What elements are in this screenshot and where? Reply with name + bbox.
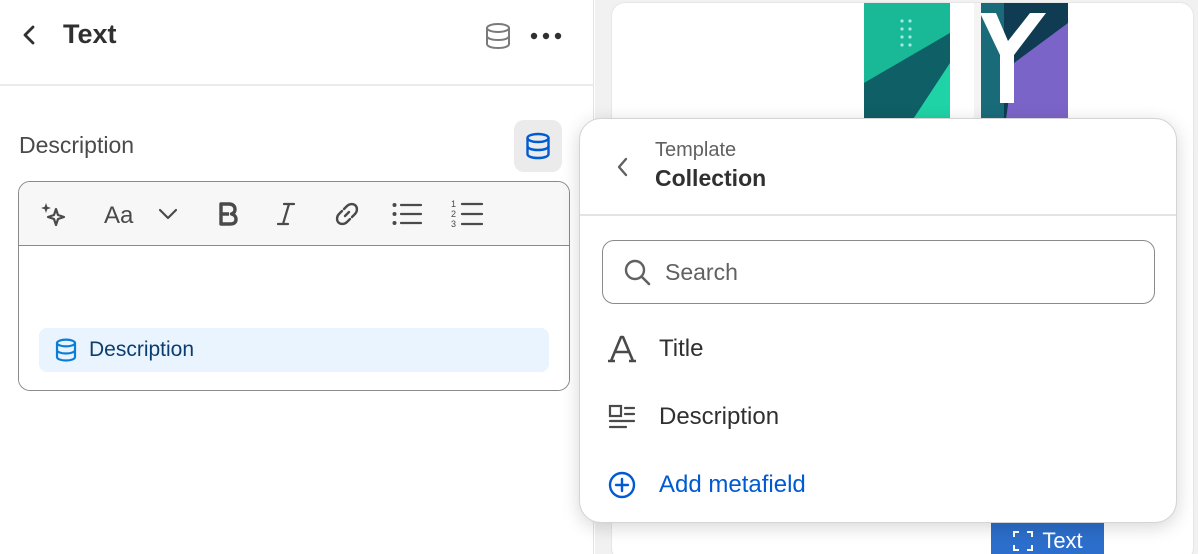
- svg-text:Aa: Aa: [104, 202, 134, 227]
- bulleted-list-button[interactable]: [389, 196, 425, 232]
- dynamic-source-popover: Template Collection Title Description: [579, 118, 1177, 523]
- dynamic-source-chip[interactable]: Description: [39, 328, 549, 372]
- text-style-button[interactable]: Aa: [99, 196, 141, 232]
- svg-text:1: 1: [451, 199, 456, 209]
- product-image-snowboard-green: [864, 3, 950, 133]
- option-title[interactable]: Title: [602, 321, 1155, 377]
- numbered-list-icon: 1 2 3: [451, 199, 484, 229]
- settings-panel: Text Description Aa 1 2 3 Description: [0, 0, 594, 554]
- chevron-left-icon: [23, 25, 35, 45]
- search-field[interactable]: [602, 240, 1155, 304]
- database-icon: [486, 23, 510, 50]
- chevron-left-icon: [617, 157, 628, 177]
- popover-title: Collection: [655, 165, 767, 191]
- add-metafield-button[interactable]: Add metafield: [602, 457, 1155, 513]
- plus-circle-icon: [602, 465, 642, 505]
- bulleted-list-icon: [392, 203, 423, 225]
- product-image-snowboard-purple: [974, 3, 1068, 133]
- option-label: Description: [659, 403, 780, 430]
- preview-tag-label: Text: [1042, 528, 1083, 553]
- svg-text:3: 3: [451, 219, 456, 229]
- chevron-down-icon: [158, 208, 178, 220]
- panel-header: Text: [0, 0, 594, 86]
- popover-back-button[interactable]: [608, 151, 636, 183]
- more-horizontal-icon: [530, 32, 562, 40]
- selection-frame-icon: [1013, 531, 1034, 551]
- rich-text-editor: Aa 1 2 3 Description: [18, 181, 570, 391]
- divider: [580, 214, 1176, 216]
- option-label: Title: [659, 335, 704, 362]
- text-style-dropdown[interactable]: [153, 196, 183, 232]
- italic-button[interactable]: [269, 196, 303, 232]
- chip-label: Description: [89, 338, 195, 361]
- numbered-list-button[interactable]: 1 2 3: [447, 196, 487, 232]
- search-icon: [624, 259, 651, 286]
- popover-subtitle: Template: [655, 139, 737, 161]
- option-label: Add metafield: [659, 471, 806, 498]
- database-icon: [526, 132, 550, 160]
- text-block-icon: [602, 397, 642, 437]
- dynamic-source-button[interactable]: [482, 20, 514, 52]
- database-icon: [55, 338, 77, 362]
- page-title: Text: [63, 19, 117, 49]
- more-actions-button[interactable]: [528, 20, 564, 52]
- back-button[interactable]: [14, 20, 44, 50]
- option-description[interactable]: Description: [602, 389, 1155, 445]
- text-style-icon: Aa: [104, 202, 134, 227]
- text-a-icon: [602, 329, 642, 369]
- bold-icon: [219, 202, 238, 226]
- field-label: Description: [19, 132, 135, 158]
- editor-content[interactable]: Description: [19, 246, 569, 390]
- connect-dynamic-source-button[interactable]: [514, 120, 562, 172]
- bold-button[interactable]: [211, 196, 245, 232]
- search-input[interactable]: [665, 258, 1125, 286]
- link-button[interactable]: [329, 196, 365, 232]
- editor-toolbar: Aa 1 2 3: [19, 182, 569, 246]
- ai-generate-button[interactable]: [33, 196, 73, 232]
- preview-block-tag[interactable]: Text: [991, 521, 1104, 554]
- sparkle-icon: [41, 203, 66, 227]
- svg-text:2: 2: [451, 209, 456, 219]
- link-icon: [335, 202, 359, 226]
- italic-icon: [276, 202, 296, 226]
